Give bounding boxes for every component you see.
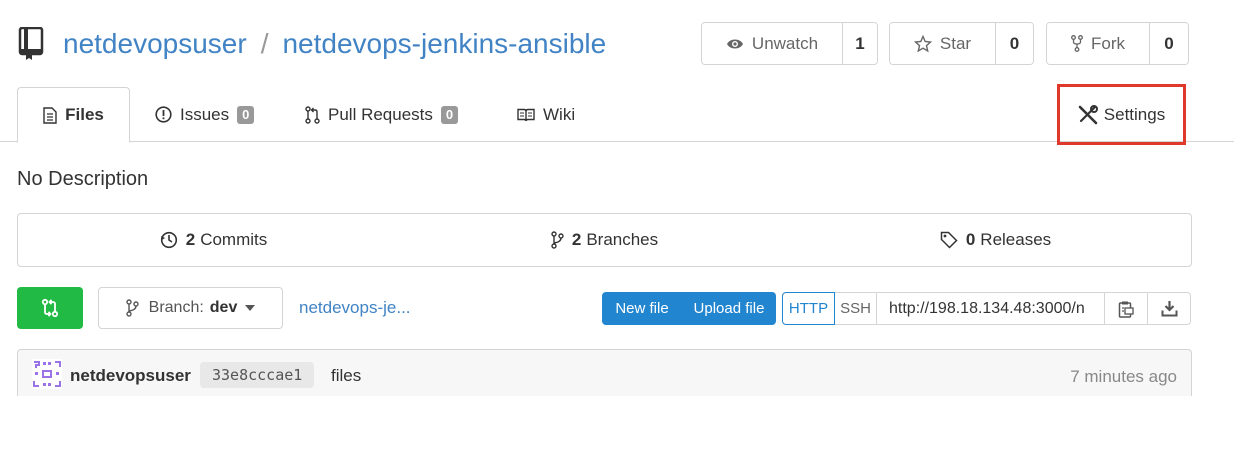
fork-icon [1071,35,1083,52]
file-text-icon [43,106,57,124]
tab-issues[interactable]: Issues 0 [155,87,255,142]
compare-icon [41,298,59,318]
commits-stat[interactable]: 2 Commits [18,214,409,266]
watch-button-group: Unwatch 1 [701,22,878,65]
repo-description: No Description [17,168,149,190]
star-button[interactable]: Star [890,23,996,64]
fork-button[interactable]: Fork [1047,23,1150,64]
tab-issues-label: Issues [180,104,230,124]
download-icon [1161,301,1177,317]
repo-header: netdevopsuser / netdevops-jenkins-ansibl… [17,18,606,70]
branches-count: 2 [571,230,582,249]
branch-icon [125,299,139,317]
clipboard-icon [1118,301,1134,318]
download-button[interactable] [1148,292,1191,325]
tab-settings-label: Settings [1103,104,1166,124]
fork-button-group: Fork 0 [1046,22,1189,65]
branches-stat[interactable]: 2 Branches [409,214,800,266]
commit-author[interactable]: netdevopsuser [70,366,191,386]
clone-http-button[interactable]: HTTP [782,292,835,325]
repo-path-link[interactable]: netdevops-je... [299,298,411,318]
repo-owner-link[interactable]: netdevopsuser [63,28,247,60]
branch-name: dev [209,299,238,316]
commit-sha-link[interactable]: 33e8cccae1 [200,362,315,388]
commit-time: 7 minutes ago [1070,367,1177,386]
file-actions-group: New file Upload file [602,292,776,325]
commit-message: files [331,366,362,385]
star-button-group: Star 0 [889,22,1034,65]
tab-settings[interactable]: Settings [1057,84,1186,145]
releases-label: Releases [980,230,1052,249]
new-file-button[interactable]: New file [602,292,682,325]
repo-name-link[interactable]: netdevops-jenkins-ansible [282,28,606,60]
issues-count-badge: 0 [237,105,255,124]
branch-icon [551,231,564,249]
upload-file-button[interactable]: Upload file [682,292,776,325]
tab-pull-requests-label: Pull Requests [328,104,433,124]
releases-stat[interactable]: 0 Releases [800,214,1191,266]
compare-pull-button[interactable] [17,287,83,329]
fork-count[interactable]: 0 [1150,23,1188,64]
repo-book-icon [17,26,45,62]
unwatch-button[interactable]: Unwatch [702,23,843,64]
commits-label: Commits [200,230,268,249]
book-icon [517,108,535,121]
pull-requests-count-badge: 0 [440,105,459,124]
avatar[interactable] [32,359,62,389]
watch-count[interactable]: 1 [843,23,877,64]
star-count[interactable]: 0 [996,23,1033,64]
pull-request-icon [305,105,320,124]
repo-stats-bar: 2 Commits 2 Branches 0 Releases [17,213,1192,267]
caret-down-icon [245,305,256,311]
clone-url-group: HTTP SSH http://198.18.134.48:3000/n [782,292,1191,325]
fork-label: Fork [1091,33,1125,53]
tag-icon [940,231,958,249]
tab-wiki-label: Wiki [543,104,576,124]
history-icon [160,231,177,249]
branches-label: Branches [586,230,659,249]
tab-pull-requests[interactable]: Pull Requests 0 [305,87,459,142]
star-label: Star [939,33,972,53]
repo-tab-bar: Files Issues 0 Pull Requests 0 Wiki [0,87,1234,143]
tab-wiki[interactable]: Wiki [517,87,575,142]
issue-icon [155,106,172,123]
copy-url-button[interactable] [1105,292,1148,325]
clone-url-input[interactable]: http://198.18.134.48:3000/n [877,292,1105,325]
tab-files[interactable]: Files [17,87,130,143]
latest-commit-bar: netdevopsuser 33e8cccae1 files 7 minutes… [17,349,1192,403]
tab-files-label: Files [65,105,104,124]
tools-icon [1078,104,1098,124]
commits-count: 2 [185,230,196,249]
unwatch-label: Unwatch [751,33,819,53]
clone-ssh-button[interactable]: SSH [835,292,877,325]
page-bottom-area [0,396,1234,452]
branch-selector[interactable]: Branch: dev [98,287,283,329]
releases-count: 0 [965,230,976,249]
star-icon [913,34,932,52]
repo-path-separator: / [260,28,269,59]
eye-icon [726,39,743,48]
branch-prefix: Branch: [148,299,204,316]
